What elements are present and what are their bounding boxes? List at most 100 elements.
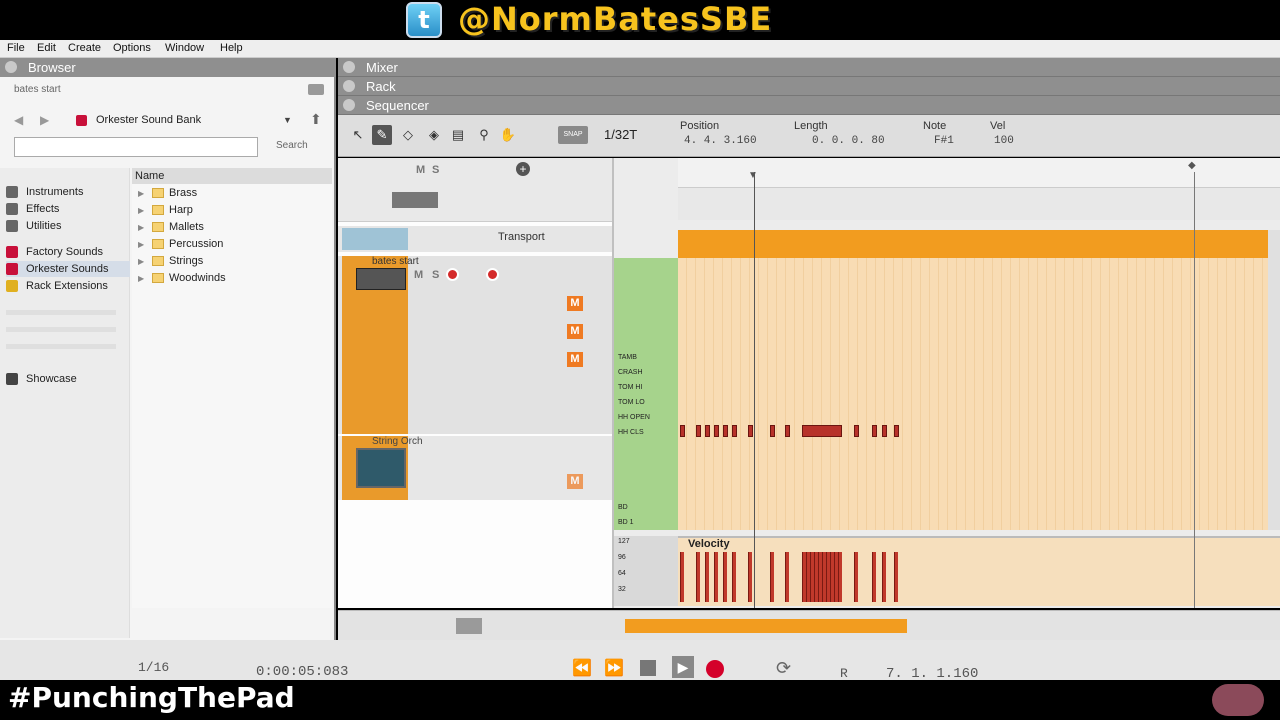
velocity-bar[interactable]: [872, 552, 876, 602]
transport-clip[interactable]: [678, 230, 1268, 258]
note-event[interactable]: [785, 425, 790, 437]
velocity-bar[interactable]: [770, 552, 774, 602]
lane-mute-button[interactable]: M: [567, 296, 583, 311]
track-solo-button[interactable]: S: [432, 269, 439, 281]
place-instruments[interactable]: Instruments: [6, 184, 130, 200]
name-column-header[interactable]: Name: [132, 168, 332, 184]
velocity-bar[interactable]: [732, 552, 736, 602]
expand-icon[interactable]: ▶: [138, 240, 152, 249]
place-orkester-sounds[interactable]: Orkester Sounds: [6, 261, 130, 277]
vertical-scrollbar[interactable]: [1268, 230, 1280, 530]
velocity-bar[interactable]: [894, 552, 898, 602]
note-event[interactable]: [872, 425, 877, 437]
browser-header[interactable]: Browser: [0, 58, 336, 77]
note-event[interactable]: [802, 425, 842, 437]
folder-item[interactable]: ▶ Mallets: [138, 219, 204, 235]
track-mute-button[interactable]: M: [414, 269, 423, 281]
snap-button[interactable]: SNAP: [558, 126, 588, 144]
place-utilities[interactable]: Utilities: [6, 218, 130, 234]
expand-icon[interactable]: ▶: [138, 274, 152, 283]
end-marker[interactable]: [1194, 172, 1195, 608]
position-marker-icon[interactable]: ▼: [748, 170, 758, 181]
menu-options[interactable]: Options: [113, 42, 151, 54]
mixer-panel-bar[interactable]: Mixer: [338, 58, 1280, 77]
stop-icon[interactable]: [640, 660, 656, 676]
forward-arrow-icon[interactable]: ▶: [40, 113, 49, 127]
mute-header-button[interactable]: M: [416, 164, 425, 176]
lane-record-icon[interactable]: [486, 268, 499, 281]
folder-item[interactable]: ▶ Percussion: [138, 236, 223, 252]
expand-icon[interactable]: ▶: [138, 206, 152, 215]
velocity-bar[interactable]: [748, 552, 752, 602]
lane-mute-button[interactable]: M: [567, 352, 583, 367]
chevron-down-icon[interactable]: ▼: [283, 115, 292, 125]
rewind-icon[interactable]: ⏪: [572, 658, 592, 678]
menu-file[interactable]: File: [7, 42, 25, 54]
ruler-lane[interactable]: [678, 188, 1280, 220]
note-event[interactable]: [732, 425, 737, 437]
eraser-tool-icon[interactable]: ◇: [398, 125, 418, 145]
back-arrow-icon[interactable]: ◀: [14, 113, 23, 127]
mute-tool-icon[interactable]: ▤: [448, 125, 468, 145]
velocity-bar[interactable]: [802, 552, 842, 602]
menu-edit[interactable]: Edit: [37, 42, 56, 54]
velocity-bar[interactable]: [696, 552, 700, 602]
folder-item[interactable]: ▶ Brass: [138, 185, 197, 201]
expand-icon[interactable]: ▶: [138, 189, 152, 198]
velocity-bar[interactable]: [714, 552, 718, 602]
collapse-icon[interactable]: [343, 80, 355, 92]
folder-item[interactable]: ▶ Strings: [138, 253, 203, 269]
velocity-bar[interactable]: [680, 552, 684, 602]
pencil-tool-icon[interactable]: ✎: [372, 125, 392, 145]
place-effects[interactable]: Effects: [6, 201, 130, 217]
record-enable-icon[interactable]: [446, 268, 459, 281]
velocity-bar[interactable]: [854, 552, 858, 602]
folder-icon[interactable]: [308, 84, 324, 95]
up-arrow-icon[interactable]: ⬆: [310, 111, 322, 128]
hand-tool-icon[interactable]: ✋: [498, 125, 518, 145]
playhead[interactable]: [754, 172, 755, 608]
velocity-bar[interactable]: [723, 552, 727, 602]
expand-icon[interactable]: ▶: [138, 223, 152, 232]
track-name[interactable]: String Orch: [372, 436, 423, 447]
navigator-view-range[interactable]: [625, 619, 907, 633]
menu-create[interactable]: Create: [68, 42, 101, 54]
lane-mute-button[interactable]: M: [567, 324, 583, 339]
fast-forward-icon[interactable]: ⏩: [604, 658, 624, 678]
vel-field[interactable]: 100: [994, 135, 1014, 147]
note-event[interactable]: [894, 425, 899, 437]
note-event[interactable]: [680, 425, 685, 437]
velocity-bar[interactable]: [785, 552, 789, 602]
place-rack-extensions[interactable]: Rack Extensions: [6, 278, 130, 294]
solo-header-button[interactable]: S: [432, 164, 439, 176]
razor-tool-icon[interactable]: ◈: [424, 125, 444, 145]
note-event[interactable]: [696, 425, 701, 437]
velocity-bar[interactable]: [882, 552, 886, 602]
rack-panel-bar[interactable]: Rack: [338, 77, 1280, 96]
collapse-icon[interactable]: [5, 61, 17, 73]
sound-bank-select[interactable]: Orkester Sound Bank: [96, 114, 201, 126]
lane-mute-button[interactable]: M: [567, 474, 583, 489]
note-event[interactable]: [714, 425, 719, 437]
zoom-button[interactable]: [456, 618, 482, 634]
quantize-select[interactable]: 1/32T: [604, 127, 637, 142]
place-showcase[interactable]: Showcase: [6, 371, 130, 387]
record-icon[interactable]: [706, 660, 724, 678]
track-name[interactable]: bates start: [372, 256, 419, 267]
add-track-icon[interactable]: +: [516, 162, 530, 176]
magnify-icon[interactable]: ⚲: [474, 125, 494, 145]
position-field[interactable]: 4. 4. 3.160: [684, 135, 757, 147]
quantize-display[interactable]: 1/16: [138, 660, 169, 675]
note-grid[interactable]: [678, 258, 1268, 530]
loop-icon[interactable]: ⟳: [776, 658, 791, 679]
velocity-bar[interactable]: [705, 552, 709, 602]
length-field[interactable]: 0. 0. 0. 80: [812, 135, 885, 147]
sequencer-panel-bar[interactable]: Sequencer: [338, 96, 1280, 115]
select-arrow-icon[interactable]: ↖: [348, 125, 368, 145]
play-icon[interactable]: ▶: [672, 656, 694, 678]
song-navigator[interactable]: [338, 610, 1280, 640]
folder-item[interactable]: ▶ Woodwinds: [138, 270, 226, 286]
track-button[interactable]: [392, 192, 438, 208]
note-event[interactable]: [882, 425, 887, 437]
note-field[interactable]: F#1: [934, 135, 954, 147]
